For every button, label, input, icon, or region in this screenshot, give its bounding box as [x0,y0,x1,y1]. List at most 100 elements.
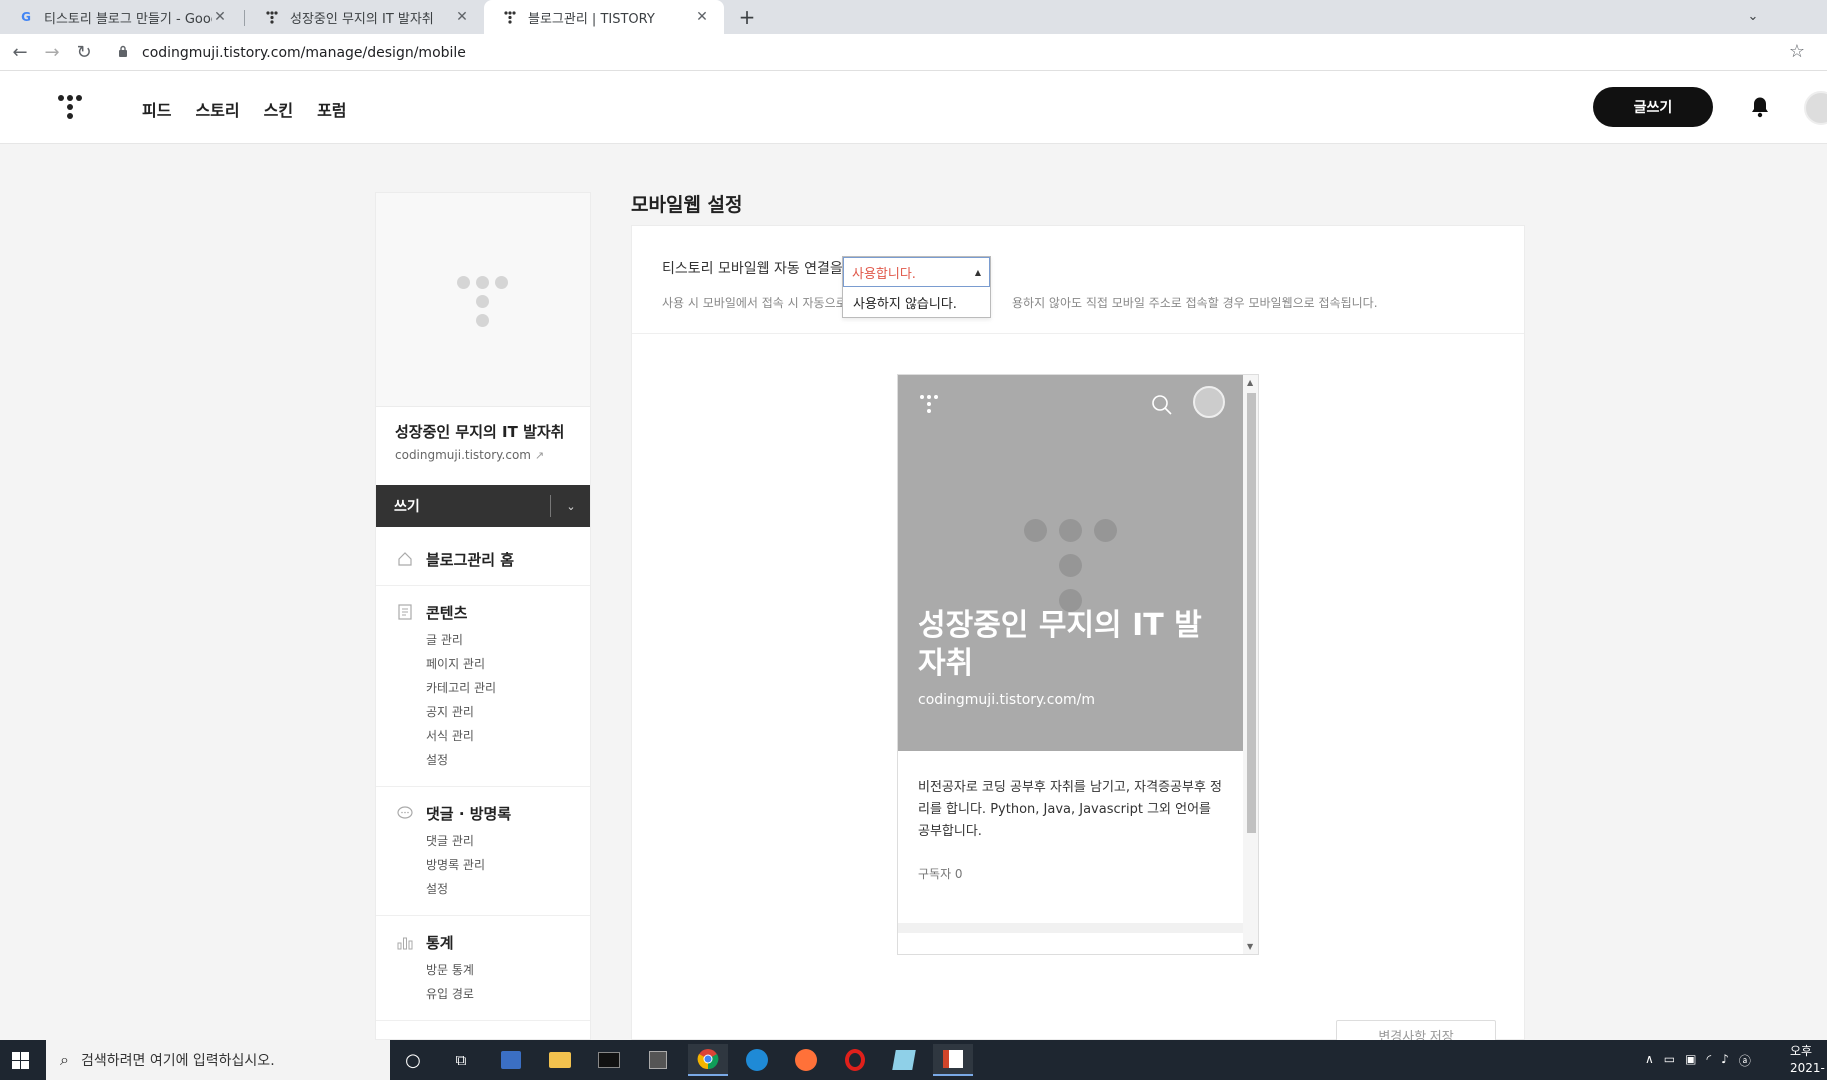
edge-icon[interactable] [737,1044,777,1076]
select-option-disable[interactable]: 사용하지 않습니다. [843,287,990,317]
tistory-logo[interactable] [58,95,82,121]
global-nav: 피드 스토리 스킨 포럼 [142,97,347,121]
close-icon[interactable]: ✕ [694,9,710,25]
preview-scrollbar[interactable]: ▲ ▼ [1243,375,1258,954]
nav-feed[interactable]: 피드 [142,97,171,121]
sidebar-subitem-referrers[interactable]: 유입 경로 [426,982,590,1006]
chevron-up-icon[interactable]: ∧ [1645,1052,1654,1069]
sidebar-subitem-templates[interactable]: 서식 관리 [426,724,590,748]
sidebar-item-label: 댓글 · 방명록 [426,804,512,823]
chevron-down-icon[interactable]: ⌄ [1741,5,1765,29]
sidebar-item-home[interactable]: 블로그관리 홈 [376,547,590,571]
chevron-down-icon[interactable]: ⌄ [551,500,590,513]
sidebar-subitem-categories[interactable]: 카테고리 관리 [426,676,590,700]
ime-icon[interactable]: ⓐ [1739,1052,1751,1069]
write-dropdown: 쓰기 ⌄ [376,485,590,527]
search-icon [1150,393,1174,417]
comment-icon [396,804,414,822]
windows-start-icon[interactable] [12,1052,29,1069]
sidebar-item-label: 콘텐츠 [426,603,468,622]
new-tab-button[interactable]: + [735,5,759,29]
tab-manage[interactable]: 블로그관리 | TISTORY ✕ [484,0,724,34]
mobile-preview: 성장중인 무지의 IT 발자취 codingmuji.tistory.com/m… [897,374,1259,955]
preview-description: 비전공자로 코딩 공부후 자취를 남기고, 자격증공부후 정리를 합니다. Py… [918,780,1223,839]
blog-url: codingmuji.tistory.com [395,448,531,462]
sidebar-subitem-comments[interactable]: 댓글 관리 [426,829,590,853]
app-icon[interactable] [638,1044,678,1076]
close-icon[interactable]: ✕ [212,9,228,25]
sidebar-subitem-notices[interactable]: 공지 관리 [426,700,590,724]
scroll-down-icon[interactable]: ▼ [1247,942,1253,951]
cortana-icon[interactable]: ○ [393,1044,433,1076]
sidebar-subitem-comment-settings[interactable]: 설정 [426,877,590,901]
blog-info: 성장중인 무지의 IT 발자취 codingmuji.tistory.com ↗ [376,407,590,484]
lock-icon [118,45,132,60]
manage-sidebar: 성장중인 무지의 IT 발자취 codingmuji.tistory.com ↗… [375,192,591,1040]
sidebar-subitem-posts[interactable]: 글 관리 [426,628,590,652]
sidebar-subitem-visits[interactable]: 방문 통계 [426,958,590,982]
bell-icon[interactable] [1750,96,1770,118]
sidebar-subitem-content-settings[interactable]: 설정 [426,748,590,772]
sidebar-subitem-guestbook[interactable]: 방명록 관리 [426,853,590,877]
external-link-icon: ↗ [534,449,545,462]
nav-skin[interactable]: 스킨 [264,97,293,121]
tistory-icon [502,9,518,25]
select-selected-label: 사용합니다. [852,266,916,282]
address-toolbar: ← → ↻ codingmuji.tistory.com/manage/desi… [0,34,1827,71]
forward-arrow-icon[interactable]: → [40,41,64,65]
blog-url-link[interactable]: codingmuji.tistory.com ↗ [395,448,571,462]
reload-icon[interactable]: ↻ [72,41,96,65]
scroll-up-icon[interactable]: ▲ [1247,378,1253,387]
sidebar-item-contents[interactable]: 콘텐츠 [376,600,590,624]
security-icon[interactable]: ▣ [1685,1052,1696,1069]
menu-group-home: 블로그관리 홈 [376,533,590,586]
volume-icon[interactable]: ♪ [1721,1052,1729,1069]
wifi-icon[interactable]: ◜ [1706,1052,1711,1069]
document-icon [396,603,414,621]
sidebar-item-comments[interactable]: 댓글 · 방명록 [376,801,590,825]
preview-blog-title: 성장중인 무지의 IT 발자취 [918,608,1202,681]
close-icon[interactable]: ✕ [454,9,470,25]
firefox-icon[interactable] [786,1044,826,1076]
opera-icon[interactable] [835,1044,875,1076]
address-bar[interactable]: codingmuji.tistory.com/manage/design/mob… [108,38,1785,67]
divider [632,333,1524,334]
menu-group-revenue: 수익 [376,1021,590,1040]
bookmark-star-icon[interactable]: ☆ [1789,41,1805,62]
tistory-logo [920,395,940,419]
file-explorer-icon[interactable] [540,1044,580,1076]
sidebar-item-stats[interactable]: 통계 [376,930,590,954]
menu-group-comments: 댓글 · 방명록 댓글 관리 방명록 관리 설정 [376,787,590,916]
app-icon[interactable] [884,1044,924,1076]
nav-story[interactable]: 스토리 [195,97,239,121]
preview-subscribers: 구독자 0 [918,867,963,881]
write-button[interactable]: 쓰기 [376,496,550,516]
blog-name[interactable]: 성장중인 무지의 IT 발자취 [395,421,571,442]
select-current-value[interactable]: 사용합니다. ▲ [843,257,990,287]
submenu: 글 관리 페이지 관리 카테고리 관리 공지 관리 서식 관리 설정 [376,628,590,772]
nav-forum[interactable]: 포럼 [317,97,346,121]
tab-title: 블로그관리 | TISTORY [528,11,655,27]
sidebar-subitem-pages[interactable]: 페이지 관리 [426,652,590,676]
taskbar-search[interactable]: ⌕ 검색하려면 여기에 입력하십시오. [46,1040,390,1080]
scrollbar-thumb[interactable] [1247,393,1256,833]
taskbar-clock[interactable]: 오후 2021- [1790,1043,1827,1077]
menu-group-contents: 콘텐츠 글 관리 페이지 관리 카테고리 관리 공지 관리 서식 관리 설정 [376,586,590,787]
submenu: 방문 통계 유입 경로 [376,958,590,1006]
tab-blog[interactable]: 성장중인 무지의 IT 발자취 ✕ [246,0,484,34]
tab-google[interactable]: G 티스토리 블로그 만들기 - Google ✕ [0,0,242,34]
write-post-button[interactable]: 글쓰기 [1593,87,1713,127]
preview-blog-url: codingmuji.tistory.com/m [918,692,1096,708]
menu-group-stats: 통계 방문 통계 유입 경로 [376,916,590,1021]
chrome-icon[interactable] [688,1044,728,1076]
sidebar-item-label: 통계 [426,933,454,952]
app-icon[interactable] [933,1044,973,1076]
network-icon[interactable]: ▭ [1664,1052,1675,1069]
setting-description: 사용 시 모바일에서 접속 시 자동으로 용하지 않아도 직접 모바일 주소로 … [662,294,1502,311]
terminal-icon[interactable] [589,1044,629,1076]
task-view-icon[interactable]: ⧉ [441,1044,481,1076]
mobile-auto-connect-select[interactable]: 사용합니다. ▲ 사용하지 않습니다. [842,256,991,318]
avatar[interactable] [1804,91,1827,125]
app-icon[interactable] [491,1044,531,1076]
back-arrow-icon[interactable]: ← [8,41,32,65]
